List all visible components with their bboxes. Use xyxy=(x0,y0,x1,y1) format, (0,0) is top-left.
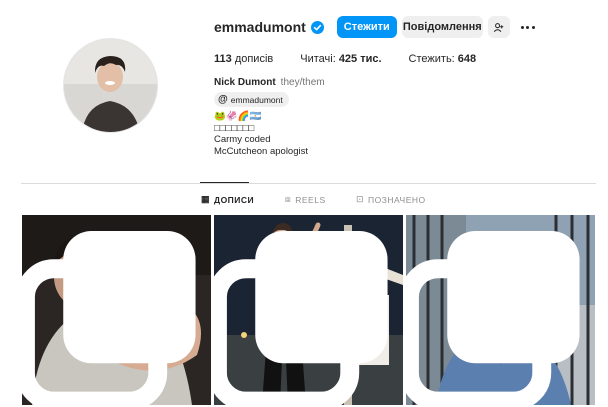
active-tab-indicator xyxy=(200,182,249,183)
followers-value: 425 тис. xyxy=(338,53,382,65)
following-link[interactable]: Стежить: 648 xyxy=(409,53,477,65)
posts-count-label: дописів xyxy=(234,53,274,65)
bio-line: Carmy coded xyxy=(214,134,271,145)
tab-reels[interactable]: ⧈ REELS xyxy=(285,194,326,205)
following-label: Стежить: xyxy=(408,53,455,65)
followers-link[interactable]: Читачі: 425 тис. xyxy=(300,53,381,65)
tab-posts-label: ДОПИСИ xyxy=(214,194,255,205)
bio-line: 🐸🦑🌈🇦🇷 xyxy=(214,111,262,122)
reels-icon: ⧈ xyxy=(285,194,292,204)
post-thumbnail[interactable] xyxy=(214,215,403,405)
bio-line: McCutcheon apologist xyxy=(214,145,308,157)
tab-tagged-label: ПОЗНАЧЕНО xyxy=(368,194,426,205)
posts-count-value: 113 xyxy=(214,53,232,65)
add-user-icon xyxy=(494,22,504,32)
post-thumbnail[interactable] xyxy=(22,215,211,405)
tab-tagged[interactable]: ⊡ ПОЗНАЧЕНО xyxy=(356,194,426,205)
profile-tabs: ▦ ДОПИСИ ⧈ REELS ⊡ ПОЗНАЧЕНО xyxy=(0,194,608,208)
threads-badge[interactable]: @ emmadumont xyxy=(214,92,289,107)
more-options-icon[interactable] xyxy=(518,16,538,38)
carousel-icon xyxy=(214,230,388,405)
bio-line: □□□□□□□ xyxy=(214,122,255,134)
tagged-icon: ⊡ xyxy=(356,194,365,204)
avatar-photo xyxy=(64,39,157,132)
profile-avatar[interactable] xyxy=(63,38,158,133)
carousel-icon xyxy=(22,230,196,405)
posts-grid xyxy=(22,215,595,407)
verified-badge-icon xyxy=(310,20,324,34)
tabs-divider xyxy=(21,183,596,184)
following-value: 648 xyxy=(457,53,477,65)
followers-label: Читачі: xyxy=(300,53,336,65)
carousel-icon xyxy=(406,230,580,405)
profile-username: emmadumont xyxy=(214,19,306,35)
message-button[interactable]: Повідомлення xyxy=(401,16,483,38)
tab-reels-label: REELS xyxy=(295,194,326,205)
post-thumbnail[interactable] xyxy=(406,215,595,405)
follow-button[interactable]: Стежити xyxy=(336,16,397,38)
grid-icon: ▦ xyxy=(201,194,211,204)
profile-bio: 🐸🦑🌈🇦🇷 □□□□□□□ Carmy coded McCutcheon apo… xyxy=(214,111,308,157)
threads-handle: emmadumont xyxy=(230,94,283,105)
profile-pronouns: they/them xyxy=(280,77,325,88)
tab-posts[interactable]: ▦ ДОПИСИ xyxy=(201,194,254,205)
profile-full-name: Nick Dumont xyxy=(214,77,276,88)
threads-icon: @ xyxy=(218,94,228,105)
suggest-similar-button[interactable] xyxy=(487,16,510,38)
posts-count: 113 дописів xyxy=(214,53,273,65)
